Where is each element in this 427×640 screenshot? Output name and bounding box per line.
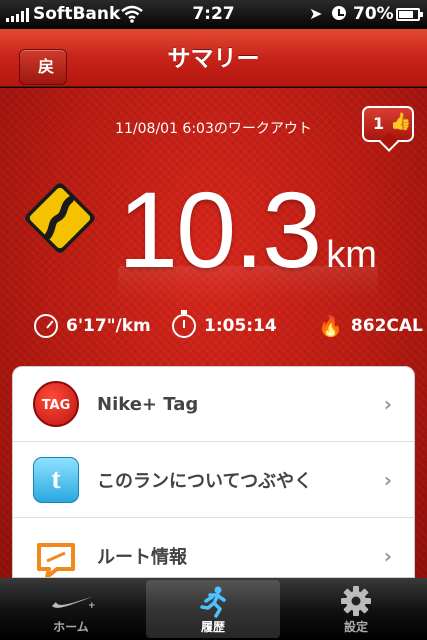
nike-tag-icon: TAG bbox=[33, 381, 79, 427]
twitter-icon: t bbox=[33, 457, 79, 503]
tab-label: ホーム bbox=[53, 620, 89, 634]
calories-stat: 🔥 862CAL bbox=[318, 314, 423, 338]
route-map-icon bbox=[37, 543, 75, 577]
stopwatch-icon bbox=[172, 310, 196, 338]
location-arrow-icon: ➤ bbox=[309, 4, 323, 23]
workout-stats: 6'17"/km 1:05:14 🔥 862CAL bbox=[0, 310, 427, 344]
list-item-route[interactable]: ルート情報 › bbox=[13, 519, 414, 577]
pace-value: 6'17"/km bbox=[66, 316, 151, 336]
back-button-label[interactable]: 戻る bbox=[19, 49, 68, 110]
chevron-right-icon: › bbox=[383, 544, 392, 568]
nike-swoosh-icon: + bbox=[52, 596, 96, 610]
battery-icon bbox=[396, 8, 423, 21]
thumbs-up-icon: 👍 bbox=[390, 112, 412, 132]
tab-label: 設定 bbox=[343, 620, 368, 634]
runner-icon bbox=[200, 586, 226, 618]
like-count: 1 bbox=[373, 114, 385, 133]
tab-bar: + ホーム 履歴 設定 bbox=[0, 578, 427, 640]
list-item-tweet[interactable]: t このランについてつぶやく › bbox=[13, 443, 414, 518]
tab-history[interactable]: 履歴 bbox=[146, 580, 280, 638]
distance-reflection bbox=[118, 266, 378, 316]
actions-list: TAG Nike+ Tag › t このランについてつぶやく › ルート情報 › bbox=[12, 366, 415, 578]
tab-home[interactable]: + ホーム bbox=[4, 580, 138, 638]
orientation-lock-icon bbox=[332, 6, 346, 20]
winding-road-sign-icon bbox=[25, 183, 95, 253]
navigation-bar: サマリー 戻る bbox=[0, 29, 427, 110]
chevron-right-icon: › bbox=[383, 468, 392, 492]
list-item-label: このランについてつぶやく bbox=[97, 471, 313, 492]
list-item-label: ルート情報 bbox=[97, 547, 187, 568]
tab-label: 履歴 bbox=[200, 620, 225, 634]
svg-text:+: + bbox=[88, 601, 96, 610]
gear-icon bbox=[341, 586, 371, 616]
like-badge[interactable]: 1 👍 bbox=[362, 106, 414, 142]
list-item-label: Nike+ Tag bbox=[97, 393, 199, 415]
tab-settings[interactable]: 設定 bbox=[289, 580, 423, 638]
speedometer-icon bbox=[34, 314, 58, 338]
chevron-right-icon: › bbox=[383, 392, 392, 416]
calories-value: 862CAL bbox=[350, 316, 423, 336]
flame-icon: 🔥 bbox=[318, 314, 343, 338]
battery-percent: 70% bbox=[353, 4, 394, 24]
pace-stat: 6'17"/km bbox=[34, 314, 151, 338]
list-item-nike-tag[interactable]: TAG Nike+ Tag › bbox=[13, 367, 414, 442]
status-bar: SoftBank 7:27 ➤ 70% bbox=[0, 0, 427, 29]
duration-stat: 1:05:14 bbox=[172, 310, 277, 338]
duration-value: 1:05:14 bbox=[204, 316, 277, 336]
